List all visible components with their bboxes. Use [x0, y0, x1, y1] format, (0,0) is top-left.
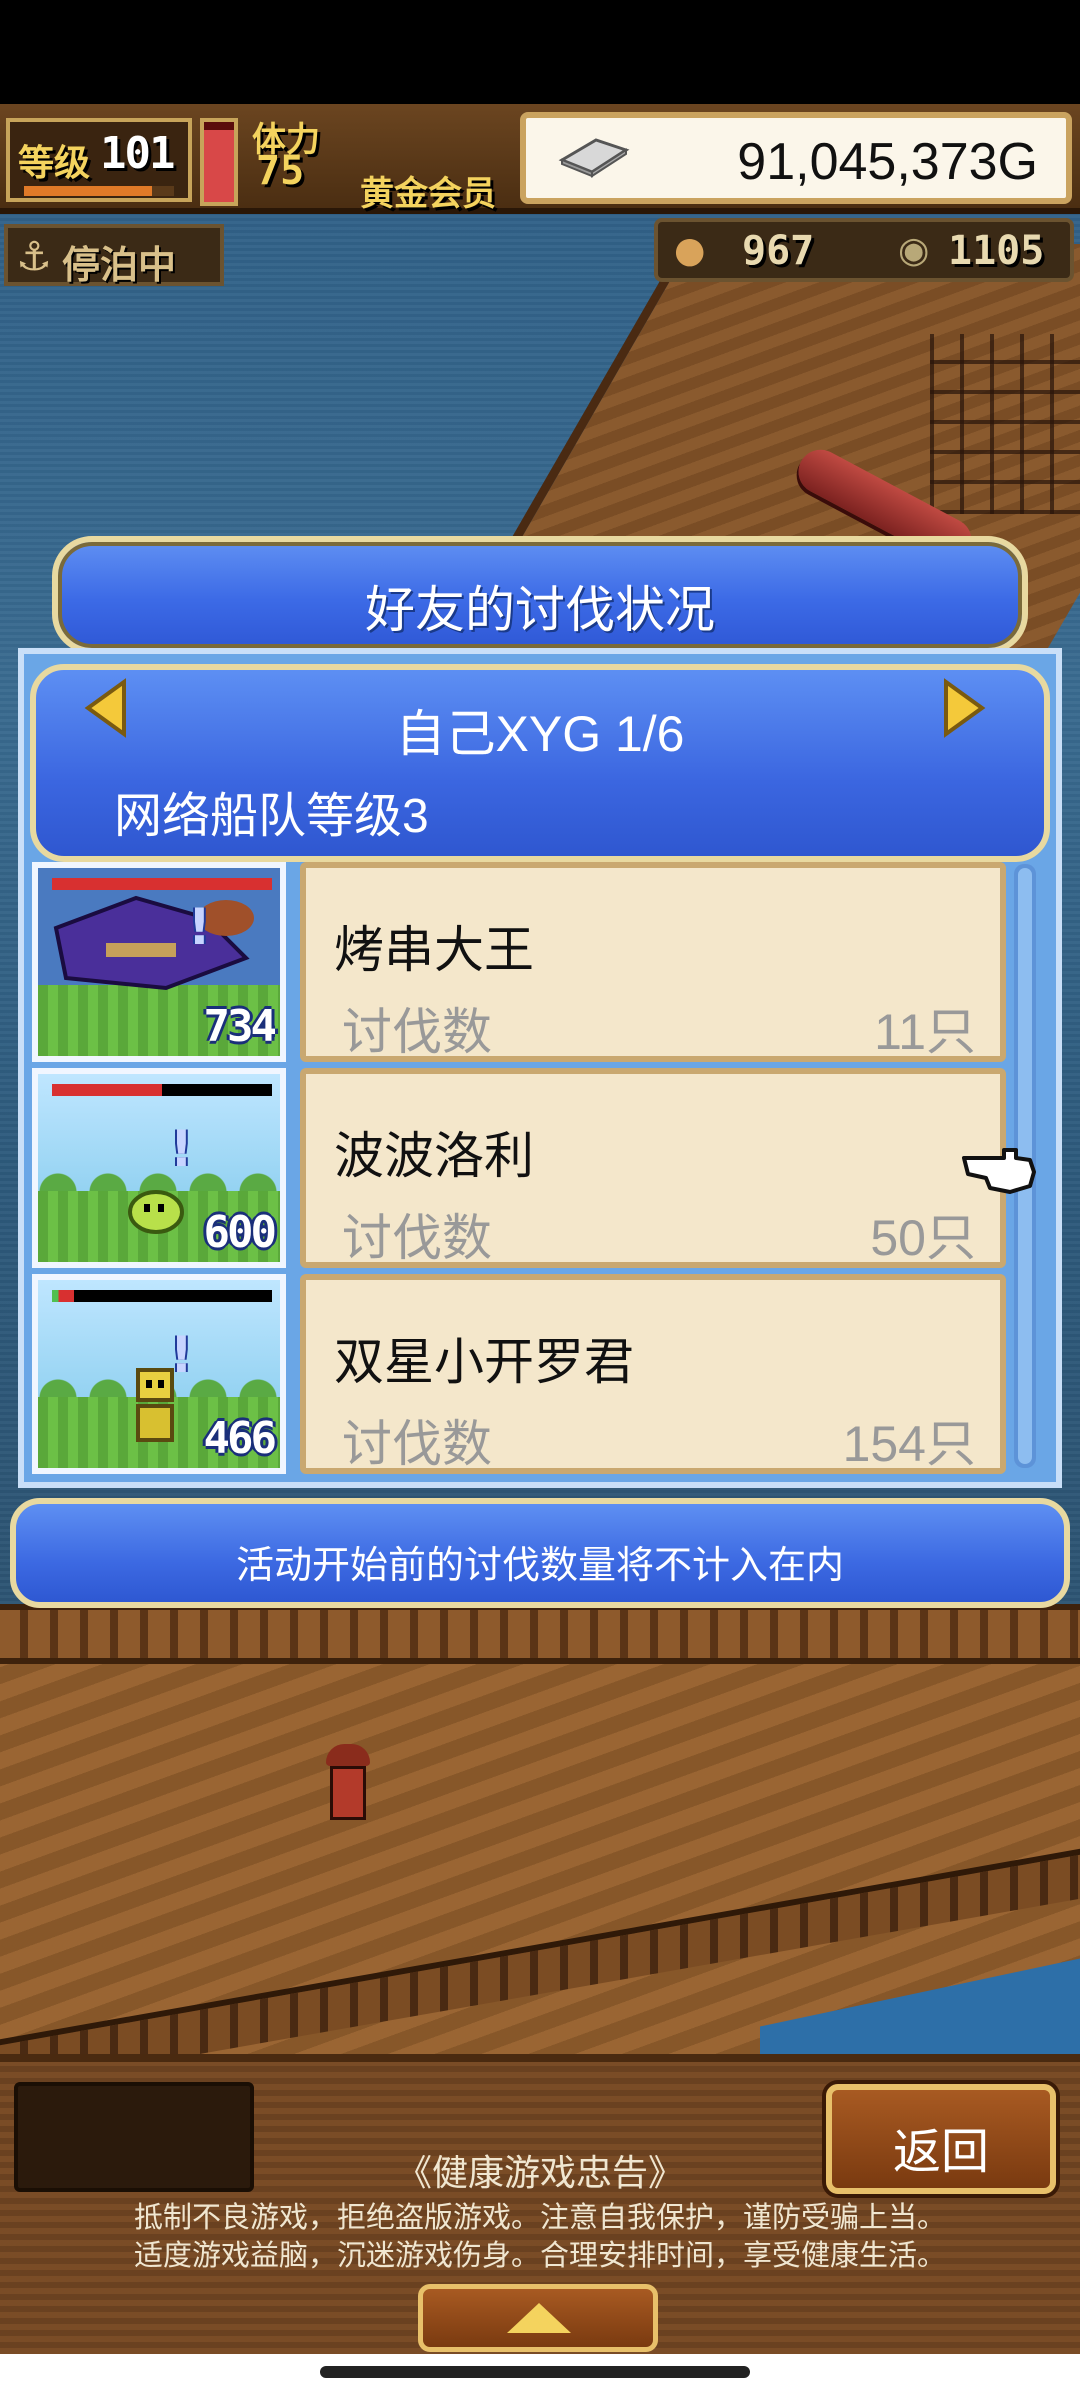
- monster-hp-fill: [52, 1290, 74, 1302]
- monster-hp-bar: [52, 1290, 272, 1302]
- monster-thumbnail: ! 600: [32, 1068, 286, 1268]
- wizard-boss-sprite: [53, 895, 254, 991]
- pointing-hand-cursor-icon: [962, 1148, 1036, 1194]
- monster-power: 600: [203, 1207, 278, 1258]
- gold-value: 91,045,373G: [737, 133, 1038, 191]
- alert-icon: !: [170, 1120, 193, 1178]
- bottom-bar: 返回 《健康游戏忠告》 抵制不良游戏，拒绝盗版游戏。注意自我保护，谨防受骗上当。…: [0, 2054, 1080, 2354]
- monster-thumbnail: ! 734: [32, 862, 286, 1062]
- membership-badge: 黄金会员: [360, 174, 496, 214]
- fleet-level: 网络船队等级3: [114, 790, 429, 843]
- alert-icon: !: [188, 898, 211, 956]
- monster-power: 466: [203, 1413, 278, 1464]
- monster-info-card: 双星小开罗君 讨伐数 154只: [300, 1274, 1006, 1474]
- monster-info-card: 波波洛利 讨伐数 50只: [300, 1068, 1006, 1268]
- stamina-value: 75: [256, 148, 305, 194]
- health-advisory-line-1: 抵制不良游戏，拒绝盗版游戏。注意自我保护，谨防受骗上当。: [133, 2200, 946, 2234]
- monster-name: 烤串大王: [334, 921, 534, 979]
- resource-display: ● 967 ◉ 1105: [654, 218, 1074, 282]
- friend-name: 自己XYG 1/6: [395, 706, 685, 762]
- level-progress-fill: [24, 186, 152, 196]
- kill-count-label: 讨伐数: [342, 1209, 492, 1267]
- kill-count: 154只: [842, 1416, 976, 1472]
- rigging-net: [930, 334, 1080, 514]
- berth-status-text: 停泊中: [62, 243, 177, 287]
- monster-power: 734: [203, 1001, 278, 1052]
- kill-count-label: 讨伐数: [342, 1003, 492, 1061]
- level-value: 101: [100, 128, 175, 179]
- gold-display[interactable]: 91,045,373G: [520, 112, 1072, 204]
- dialog-title-bar: 好友的讨伐状况: [52, 536, 1028, 654]
- up-arrow-icon: [507, 2303, 571, 2333]
- monster-name: 波波洛利: [334, 1127, 534, 1185]
- kill-count: 50只: [870, 1210, 976, 1266]
- level-progress-bar: [24, 186, 174, 196]
- coin-icon: ◉: [898, 230, 930, 271]
- level-label: 等级: [18, 143, 91, 184]
- anchor-icon: ⚓: [16, 234, 52, 280]
- notice-bar: 活动开始前的讨伐数量将不计入在内: [10, 1498, 1070, 1608]
- monster-thumbnail: ! 466: [32, 1274, 286, 1474]
- top-hud: 等级 101 体力 75 黄金会员 91,045,373G: [0, 104, 1080, 214]
- green-blob-sprite: [128, 1190, 184, 1234]
- stamina-bar: [200, 118, 238, 206]
- crew-sprite: [320, 1744, 376, 1824]
- deck-railing: [0, 1604, 1080, 1664]
- health-advisory-title: 《健康游戏忠告》: [395, 2153, 684, 2194]
- level-box: 等级 101: [6, 118, 192, 202]
- monster-info-card: 烤串大王 讨伐数 11只: [300, 862, 1006, 1062]
- status-bar-area: [0, 0, 1080, 104]
- monster-hp-fill: [52, 1084, 162, 1096]
- expand-menu-button[interactable]: [418, 2284, 658, 2352]
- resource-1-value: 967: [742, 228, 815, 274]
- dialog-title: 好友的讨伐状况: [365, 581, 715, 639]
- notice-text: 活动开始前的讨伐数量将不计入在内: [235, 1543, 844, 1587]
- monster-hp-bar: [52, 1084, 272, 1096]
- kill-count: 11只: [874, 1004, 976, 1060]
- kill-count-label: 讨伐数: [342, 1415, 492, 1473]
- home-indicator[interactable]: [320, 2366, 750, 2378]
- silver-bar-icon: [558, 138, 630, 178]
- monster-name: 双星小开罗君: [334, 1333, 634, 1391]
- yellow-robot-sprite: [136, 1368, 174, 1442]
- monster-row[interactable]: ! 600 波波洛利 讨伐数 50只: [32, 1068, 1032, 1268]
- monster-row[interactable]: ! 734 烤串大王 讨伐数 11只: [32, 862, 1032, 1062]
- resource-2-value: 1105: [948, 228, 1045, 274]
- stamina-fill: [204, 130, 234, 202]
- monster-row[interactable]: ! 466 双星小开罗君 讨伐数 154只: [32, 1274, 1032, 1474]
- health-advisory-line-2: 适度游戏益脑，沉迷游戏伤身。合理安排时间，享受健康生活。: [133, 2238, 946, 2272]
- berth-status: ⚓ 停泊中: [4, 224, 224, 287]
- food-icon: ●: [674, 230, 706, 271]
